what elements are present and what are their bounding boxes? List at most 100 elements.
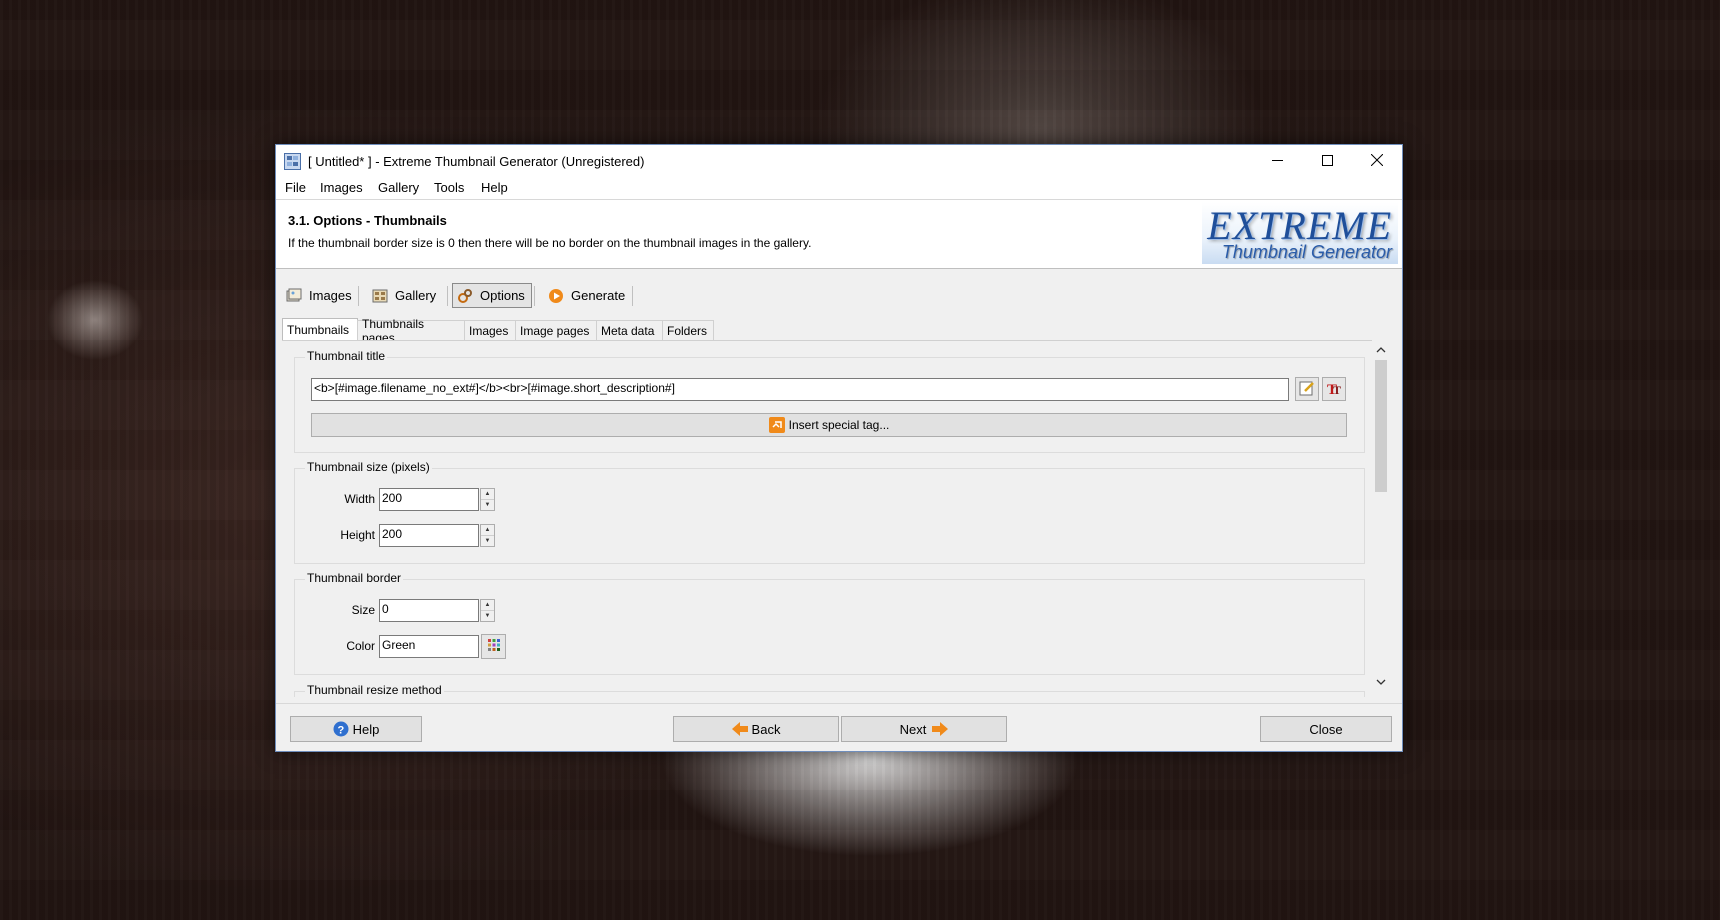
maximize-icon [1321,154,1333,169]
width-stepper[interactable]: ▲ ▼ [480,488,495,511]
font-style-button[interactable]: TT [1322,377,1346,401]
menu-file[interactable]: File [285,180,306,195]
step-divider [632,286,633,306]
page-title: 3.1. Options - Thumbnails [288,213,447,228]
thumbnail-resize-method-group: Thumbnail resize method [294,683,1365,697]
scrollbar-thumb[interactable] [1375,360,1387,492]
step-gallery-label: Gallery [395,288,437,303]
close-button[interactable]: Close [1260,716,1392,742]
next-button-label: Next [899,721,927,737]
tab-label: Meta data [601,323,655,338]
thumbnail-title-input[interactable]: <b>[#image.filename_no_ext#]</b><br>[#im… [311,378,1289,401]
page-header: 3.1. Options - Thumbnails If the thumbna… [276,200,1402,269]
close-button-label: Close [1309,721,1343,737]
palette-icon [487,638,501,655]
panel-scrollbar[interactable] [1372,340,1390,692]
menu-gallery[interactable]: Gallery [378,180,419,195]
step-divider [534,286,535,306]
logo-text-sub: Thumbnail Generator [1221,242,1392,262]
step-divider [447,286,448,306]
height-stepper[interactable]: ▲ ▼ [480,524,495,547]
height-input[interactable]: 200 [379,524,479,547]
tab-thumbnails-pages[interactable]: Thumbnails pages [357,317,465,345]
tab-label: Folders [667,323,708,338]
thumbnail-title-group: Thumbnail title <b>[#image.filename_no_e… [294,349,1365,453]
tab-meta-data[interactable]: Meta data [596,320,663,340]
logo-text-main: EXTREME [1207,203,1392,248]
insert-tag-icon [768,417,785,433]
color-picker-button[interactable] [481,634,506,659]
options-icon [457,288,473,304]
thumbnail-border-legend: Thumbnail border [305,571,404,585]
gallery-icon [372,288,388,304]
tab-label: Thumbnails [287,323,350,337]
spin-down-icon[interactable]: ▼ [481,611,494,622]
next-button[interactable]: Next [841,716,1007,742]
minimize-button[interactable] [1252,145,1302,177]
minimize-icon [1271,154,1283,169]
insert-special-tag-label: Insert special tag... [788,418,890,432]
menu-tools[interactable]: Tools [434,180,464,195]
back-button[interactable]: Back [673,716,839,742]
menu-bar: File Images Gallery Tools Help [276,177,1402,200]
step-generate-label: Generate [571,288,626,303]
spin-down-icon[interactable]: ▼ [481,536,494,547]
step-divider [358,286,359,306]
spin-up-icon[interactable]: ▲ [481,525,494,536]
help-button[interactable]: ? Help [290,716,422,742]
border-color-label: Color [346,639,375,653]
step-images[interactable]: Images [286,283,352,308]
images-icon [286,288,302,304]
menu-help[interactable]: Help [481,180,508,195]
close-window-button[interactable] [1352,145,1402,177]
tab-label: Image pages [520,323,590,338]
border-color-input[interactable]: Green [379,635,479,658]
thumbnail-title-legend: Thumbnail title [305,349,388,363]
tab-images[interactable]: Images [464,320,516,340]
step-images-label: Images [309,288,352,303]
svg-text:T: T [1333,383,1341,396]
help-button-label: Help [352,721,380,737]
step-gallery[interactable]: Gallery [372,283,436,308]
arrow-left-icon [731,722,748,736]
insert-special-tag-button[interactable]: Insert special tag... [311,413,1347,437]
tab-image-pages[interactable]: Image pages [515,320,597,340]
step-generate[interactable]: Generate [548,283,625,308]
close-icon [1370,153,1384,169]
generate-icon [548,288,564,304]
spin-up-icon[interactable]: ▲ [481,489,494,500]
tab-label: Images [469,323,509,338]
border-size-input[interactable]: 0 [379,599,479,622]
spin-up-icon[interactable]: ▲ [481,600,494,611]
window-title: [ Untitled* ] - Extreme Thumbnail Genera… [308,154,645,169]
options-tabs: Thumbnails Thumbnails pages Images Image… [282,317,1402,345]
menu-images[interactable]: Images [320,180,363,195]
thumbnail-border-group: Thumbnail border Size 0 ▲ ▼ Color Green [294,571,1365,675]
border-size-stepper[interactable]: ▲ ▼ [480,599,495,622]
thumbnail-size-legend: Thumbnail size (pixels) [305,460,432,474]
help-icon: ? [333,721,349,737]
thumbnails-panel: Thumbnail title <b>[#image.filename_no_e… [282,340,1384,697]
title-bar: [ Untitled* ] - Extreme Thumbnail Genera… [276,145,1402,177]
wizard-footer: ? Help Back Next Close [276,703,1402,752]
thumbnail-resize-method-legend: Thumbnail resize method [305,683,444,697]
tab-folders[interactable]: Folders [662,320,714,340]
scroll-down-icon[interactable] [1372,674,1390,690]
thumbnail-size-group: Thumbnail size (pixels) Width 200 ▲ ▼ Hei… [294,460,1365,564]
step-options[interactable]: Options [452,283,532,308]
border-size-label: Size [351,603,375,617]
font-icon: TT [1326,380,1342,399]
width-input[interactable]: 200 [379,488,479,511]
maximize-button[interactable] [1302,145,1352,177]
page-description: If the thumbnail border size is 0 then t… [288,236,812,250]
brand-logo: EXTREME Thumbnail Generator [1202,202,1398,264]
spin-down-icon[interactable]: ▼ [481,500,494,511]
tab-thumbnails[interactable]: Thumbnails [282,318,358,341]
edit-icon [1299,380,1315,399]
width-label: Width [344,492,375,506]
edit-title-button[interactable] [1295,377,1319,401]
step-options-label: Options [480,288,525,303]
app-icon [284,153,301,170]
scroll-up-icon[interactable] [1372,342,1390,358]
back-button-label: Back [751,721,781,737]
